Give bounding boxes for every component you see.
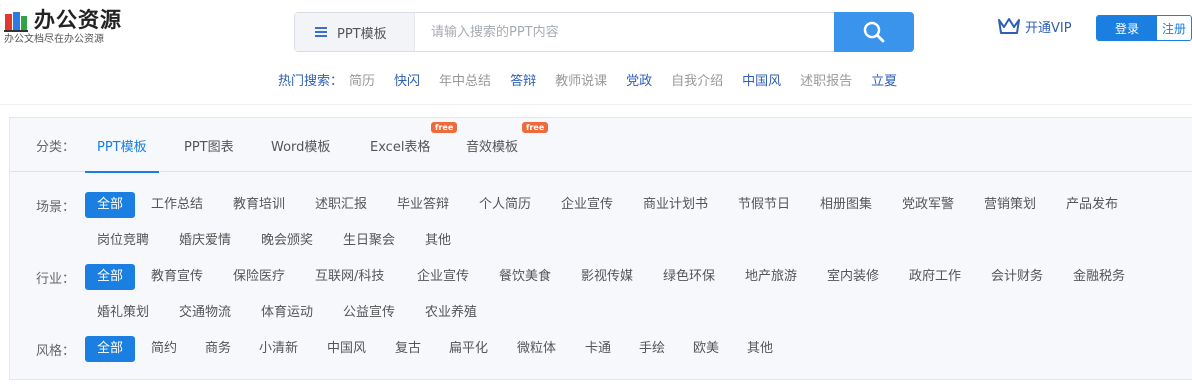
industry-chip[interactable]: 室内装修: [815, 264, 891, 290]
vip-link[interactable]: 开通VIP: [997, 16, 1072, 36]
tab-label: 音效模板: [466, 140, 519, 155]
login-button[interactable]: 登录: [1097, 16, 1157, 40]
hot-search-item[interactable]: 述职报告: [800, 70, 852, 89]
tab-ppt-chart[interactable]: PPT图表: [184, 136, 234, 172]
hot-search-item[interactable]: 答辩: [510, 70, 536, 89]
scene-chip[interactable]: 党政军警: [890, 192, 966, 218]
tab-label: Excel表格: [370, 140, 431, 155]
search-input[interactable]: [417, 13, 831, 51]
menu-icon: [315, 27, 327, 37]
industry-label: 行业：: [36, 272, 76, 287]
hot-search-item[interactable]: 年中总结: [439, 70, 491, 89]
style-chip[interactable]: 扁平化: [437, 336, 500, 362]
vip-label: 开通VIP: [1025, 20, 1072, 36]
industry-chip[interactable]: 政府工作: [897, 264, 973, 290]
scene-chip[interactable]: 工作总结: [139, 192, 215, 218]
search-bar: PPT模板: [294, 12, 914, 52]
industry-chip[interactable]: 保险医疗: [221, 264, 297, 290]
hot-search-item[interactable]: 自我介绍: [671, 70, 723, 89]
style-chip[interactable]: 商务: [193, 336, 243, 362]
scene-chip[interactable]: 全部: [85, 192, 136, 218]
industry-chip[interactable]: 农业养殖: [413, 300, 489, 326]
industry-chip[interactable]: 全部: [85, 264, 136, 290]
scene-chip[interactable]: 节假节日: [726, 192, 802, 218]
industry-chip[interactable]: 婚礼策划: [85, 300, 161, 326]
category-tabs: 分类： PPT模板 PPT图表 Word模板 Excel表格 free 音效模板…: [10, 118, 1192, 173]
style-chip[interactable]: 全部: [85, 336, 136, 362]
category-label: 分类：: [36, 140, 76, 155]
free-badge: free: [431, 122, 458, 133]
style-chip[interactable]: 复古: [383, 336, 433, 362]
search-icon: [863, 21, 885, 43]
industry-chip[interactable]: 金融税务: [1061, 264, 1137, 290]
industry-chip[interactable]: 公益宣传: [331, 300, 407, 326]
site-header: 办公资源 办公文档尽在办公资源 PPT模板 开通VIP 登录 注册 热门搜索： …: [0, 0, 1192, 105]
tab-label: PPT图表: [184, 140, 234, 155]
hot-search-item[interactable]: 简历: [349, 70, 375, 89]
style-chip[interactable]: 手绘: [627, 336, 677, 362]
search-button[interactable]: [834, 12, 914, 52]
scene-chip[interactable]: 毕业答辩: [385, 192, 461, 218]
industry-chip[interactable]: 影视传媒: [569, 264, 645, 290]
search-type-label: PPT模板: [337, 26, 387, 42]
tab-ppt-template[interactable]: PPT模板: [85, 136, 159, 173]
industry-chip[interactable]: 教育宣传: [139, 264, 215, 290]
scene-chip[interactable]: 岗位竞聘: [85, 228, 161, 254]
tab-sound-effects[interactable]: 音效模板 free: [466, 122, 549, 172]
hot-search-item[interactable]: 立夏: [871, 70, 897, 89]
logo-title: 办公资源: [34, 8, 122, 32]
scene-chip[interactable]: 企业宣传: [549, 192, 625, 218]
scene-label: 场景：: [36, 200, 76, 215]
scene-chip[interactable]: 营销策划: [972, 192, 1048, 218]
logo-subtitle: 办公文档尽在办公资源: [4, 34, 104, 45]
style-chip[interactable]: 简约: [139, 336, 189, 362]
scene-chip[interactable]: 产品发布: [1054, 192, 1130, 218]
hot-search: 热门搜索： 简历 快闪 年中总结 答辩 教师说课 党政 自我介绍 中国风 述职报…: [278, 70, 916, 89]
style-chip[interactable]: 欧美: [681, 336, 731, 362]
scene-chip[interactable]: 个人简历: [467, 192, 543, 218]
industry-chip[interactable]: 互联网/科技: [303, 264, 396, 290]
industry-chip[interactable]: 体育运动: [249, 300, 325, 326]
scene-chip[interactable]: 相册图集: [808, 192, 884, 218]
scene-chip[interactable]: 述职汇报: [303, 192, 379, 218]
tab-label: Word模板: [271, 140, 331, 155]
free-badge: free: [522, 122, 549, 133]
site-logo[interactable]: 办公资源 办公文档尽在办公资源: [4, 6, 124, 46]
scene-chip[interactable]: 生日聚会: [331, 228, 407, 254]
industry-chip[interactable]: 交通物流: [167, 300, 243, 326]
hot-search-item[interactable]: 快闪: [394, 70, 420, 89]
tab-word-template[interactable]: Word模板: [271, 136, 330, 172]
style-chip[interactable]: 其他: [735, 336, 785, 362]
hot-search-item[interactable]: 中国风: [742, 70, 781, 89]
style-chip[interactable]: 小清新: [247, 336, 310, 362]
scene-chip[interactable]: 晚会颁奖: [249, 228, 325, 254]
auth-buttons: 登录 注册: [1096, 15, 1192, 41]
scene-chip[interactable]: 婚庆爱情: [167, 228, 243, 254]
industry-chip[interactable]: 地产旅游: [733, 264, 809, 290]
scene-chip[interactable]: 其他: [413, 228, 463, 254]
logo-books-icon: [4, 12, 28, 32]
industry-chip[interactable]: 绿色环保: [651, 264, 727, 290]
industry-chip[interactable]: 企业宣传: [405, 264, 481, 290]
scene-chip[interactable]: 商业计划书: [631, 192, 720, 218]
register-button[interactable]: 注册: [1157, 16, 1191, 40]
search-type-dropdown[interactable]: PPT模板: [295, 13, 415, 51]
hot-search-label: 热门搜索：: [278, 74, 344, 89]
style-chip[interactable]: 卡通: [573, 336, 623, 362]
style-chip[interactable]: 微粒体: [505, 336, 568, 362]
scene-chip[interactable]: 教育培训: [221, 192, 297, 218]
hot-search-item[interactable]: 党政: [626, 70, 652, 89]
industry-chip[interactable]: 会计财务: [979, 264, 1055, 290]
tab-excel[interactable]: Excel表格 free: [370, 122, 458, 172]
style-label: 风格：: [36, 344, 76, 359]
crown-icon: [998, 18, 1020, 34]
tab-label: PPT模板: [97, 140, 147, 155]
style-chip[interactable]: 中国风: [315, 336, 378, 362]
filter-panel: 分类： PPT模板 PPT图表 Word模板 Excel表格 free 音效模板…: [9, 117, 1192, 380]
industry-chip[interactable]: 餐饮美食: [487, 264, 563, 290]
hot-search-item[interactable]: 教师说课: [555, 70, 607, 89]
